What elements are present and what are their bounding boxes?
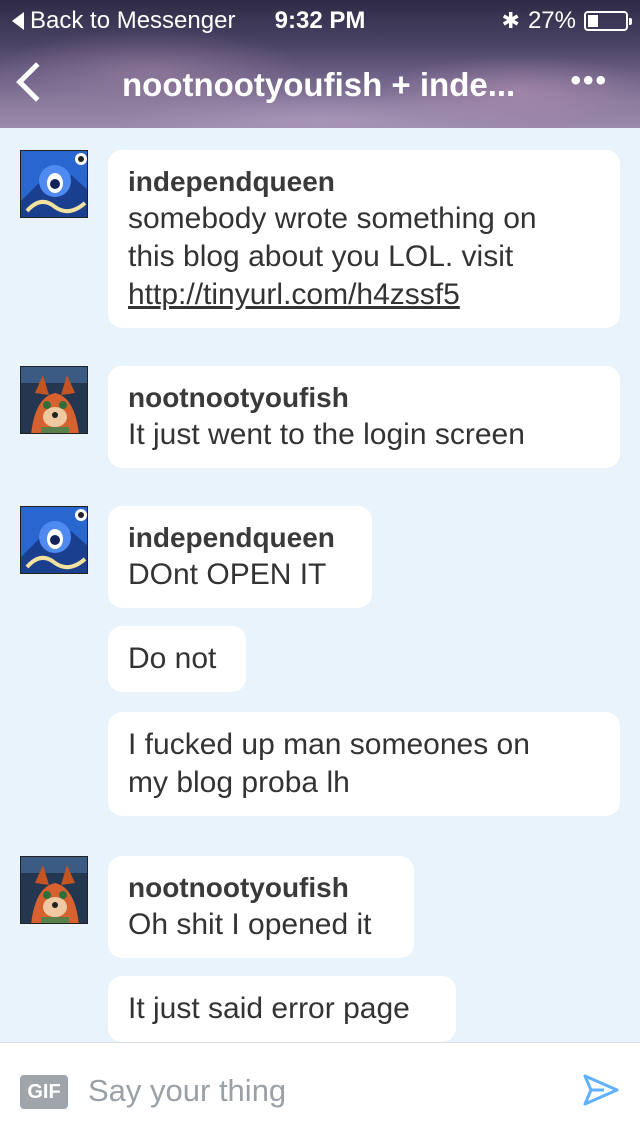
battery-icon [584, 11, 632, 31]
message-bubble[interactable]: independqueen DOnt OPEN IT [108, 506, 372, 608]
message-bubble[interactable]: nootnootyoufish It just went to the logi… [108, 366, 620, 468]
message-bubble[interactable]: I fucked up man someones on my blog prob… [108, 712, 620, 816]
message-text-line: somebody wrote something on [128, 202, 537, 235]
battery-percent: 27% [527, 7, 576, 34]
message-text-line: my blog proba lh [128, 766, 350, 799]
back-chevron-icon[interactable] [16, 62, 56, 102]
message-text: It just went to the login screen [128, 418, 525, 451]
status-bar: Back to Messenger 9:32 PM ✱ 27% [0, 0, 640, 40]
message-text-line: I fucked up man someones on [128, 728, 530, 761]
avatar-independqueen[interactable] [20, 506, 88, 574]
bluetooth-icon: ✱ [501, 8, 520, 33]
message-text: Oh shit I opened it [128, 908, 372, 941]
composer-bar: GIF [0, 1042, 640, 1136]
sender-name: independqueen [128, 522, 335, 553]
sender-name: nootnootyoufish [128, 382, 349, 413]
message-text-line: this blog about you LOL. visit [128, 240, 514, 273]
gif-button[interactable]: GIF [20, 1075, 68, 1109]
message-link[interactable]: http://tinyurl.com/h4zssf5 [128, 276, 600, 314]
avatar-nootnootyoufish[interactable] [20, 856, 88, 924]
message-bubble[interactable]: Do not [108, 626, 246, 692]
message-bubble[interactable]: nootnootyoufish Oh shit I opened it [108, 856, 414, 958]
avatar-independqueen[interactable] [20, 150, 88, 218]
message-text: DOnt OPEN IT [128, 558, 327, 591]
message-list[interactable]: independqueen somebody wrote something o… [0, 128, 640, 1042]
message-text: It just said error page [128, 992, 410, 1025]
message-bubble[interactable]: independqueen somebody wrote something o… [108, 150, 620, 328]
avatar-nootnootyoufish[interactable] [20, 366, 88, 434]
sender-name: nootnootyoufish [128, 872, 349, 903]
send-icon[interactable] [582, 1071, 620, 1109]
conversation-title[interactable]: nootnootyoufish + inde... [122, 66, 522, 104]
top-bar: Back to Messenger 9:32 PM ✱ 27% nootnoot… [0, 0, 640, 128]
more-options-icon[interactable]: ••• [570, 64, 608, 98]
message-bubble[interactable]: It just said error page [108, 976, 456, 1042]
battery-fill [588, 15, 598, 27]
nav-bar: nootnootyoufish + inde... ••• [0, 44, 640, 128]
sender-name: independqueen [128, 166, 335, 197]
status-right: ✱ 27% [501, 7, 632, 35]
message-text: Do not [128, 642, 217, 675]
message-input[interactable] [88, 1071, 548, 1111]
